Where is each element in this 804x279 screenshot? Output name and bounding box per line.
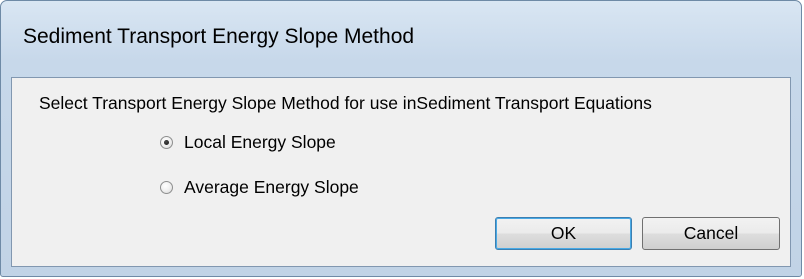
radio-label-average[interactable]: Average Energy Slope [184,177,359,198]
radio-dot-icon [164,140,169,145]
prompt-label: Select Transport Energy Slope Method for… [39,93,652,113]
radio-local-energy-slope[interactable]: Local Energy Slope [160,132,336,153]
title-bar[interactable]: Sediment Transport Energy Slope Method [1,1,801,77]
cancel-button[interactable]: Cancel [642,217,780,250]
dialog-body: Select Transport Energy Slope Method for… [11,77,791,267]
radio-button-selected-icon[interactable] [160,136,173,149]
radio-average-energy-slope[interactable]: Average Energy Slope [160,177,359,198]
radio-button-unselected-icon[interactable] [160,181,173,194]
dialog-window: Sediment Transport Energy Slope Method S… [0,0,802,277]
window-title: Sediment Transport Energy Slope Method [23,25,415,48]
ok-button[interactable]: OK [495,217,632,250]
radio-label-local[interactable]: Local Energy Slope [184,132,336,153]
